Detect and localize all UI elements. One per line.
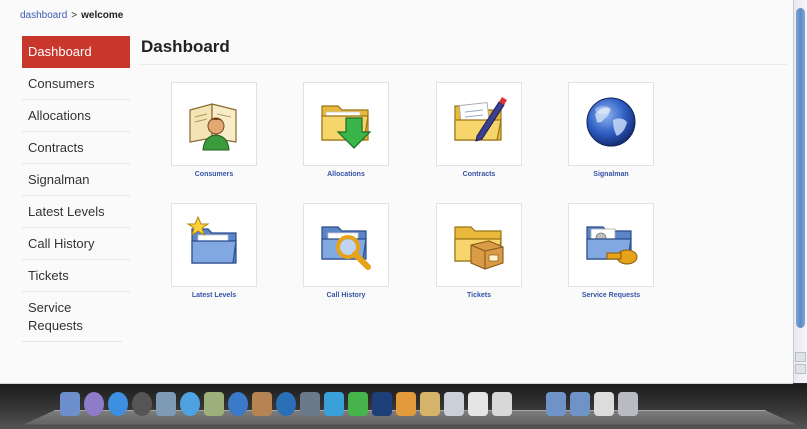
sidebar-item-dashboard[interactable]: Dashboard [22, 36, 130, 68]
tile-box[interactable] [436, 82, 522, 166]
photoshop-icon[interactable] [372, 392, 392, 416]
tile-service-requests[interactable]: Service Requests [567, 203, 655, 299]
tile-tickets[interactable]: Tickets [435, 203, 523, 299]
preferences-icon[interactable] [300, 392, 320, 416]
trash-icon[interactable] [618, 392, 638, 416]
tickets-folder-box-icon [449, 213, 509, 278]
app-icon[interactable] [492, 392, 512, 416]
latest-levels-folder-star-icon [184, 213, 244, 278]
tile-label-latest-levels: Latest Levels [191, 292, 237, 299]
consumers-book-person-icon [184, 92, 244, 157]
dashboard-icon[interactable] [84, 392, 104, 416]
tile-box[interactable] [303, 203, 389, 287]
sidebar-item-signalman[interactable]: Signalman [22, 164, 130, 196]
tile-label-service-requests: Service Requests [581, 292, 641, 299]
preview-icon[interactable] [204, 392, 224, 416]
folder-icon[interactable] [570, 392, 590, 416]
title-divider [138, 64, 788, 65]
finder-icon[interactable] [60, 392, 80, 416]
tile-latest-levels[interactable]: Latest Levels [170, 203, 258, 299]
tile-label-allocations: Allocations [327, 171, 365, 178]
app-icon[interactable] [420, 392, 440, 416]
scroll-up-arrow[interactable] [795, 352, 806, 362]
tile-call-history[interactable]: Call History [302, 203, 390, 299]
call-history-folder-magnifier-icon [316, 213, 376, 278]
sidebar-item-latest-levels[interactable]: Latest Levels [22, 196, 130, 228]
tile-label-tickets: Tickets [467, 292, 491, 299]
signalman-globe-icon [581, 92, 641, 157]
sidebar-item-contracts[interactable]: Contracts [22, 132, 130, 164]
allocations-folder-arrow-icon [316, 92, 376, 157]
page-title: Dashboard [141, 37, 230, 56]
sidebar-item-service-requests[interactable]: Service Requests [22, 292, 122, 342]
tile-label-consumers: Consumers [194, 171, 234, 178]
sidebar-item-call-history[interactable]: Call History [22, 228, 130, 260]
scroll-down-arrow[interactable] [795, 364, 806, 374]
breadcrumb: dashboard > welcome [20, 10, 123, 21]
tile-label-signalman: Signalman [593, 171, 629, 178]
tile-box[interactable] [568, 82, 654, 166]
tile-box[interactable] [171, 203, 257, 287]
tile-box[interactable] [436, 203, 522, 287]
sidebar-item-consumers[interactable]: Consumers [22, 68, 130, 100]
sidebar-item-allocations[interactable]: Allocations [22, 100, 130, 132]
acrobat-icon[interactable] [468, 392, 488, 416]
network-icon[interactable] [180, 392, 200, 416]
app-icon[interactable] [324, 392, 344, 416]
system-icon[interactable] [132, 392, 152, 416]
safari-icon[interactable] [108, 392, 128, 416]
scrollbar-thumb[interactable] [796, 8, 805, 328]
browser-viewport: dashboard > welcome Dashboard Consumers Al… [0, 0, 793, 384]
tile-label-call-history: Call History [326, 292, 366, 299]
folder-icon[interactable] [546, 392, 566, 416]
vertical-scrollbar[interactable] [793, 0, 807, 383]
os-dock [0, 384, 807, 429]
service-requests-folder-key-icon [581, 213, 641, 278]
contracts-folder-pen-icon [449, 92, 509, 157]
breadcrumb-separator: > [71, 10, 78, 21]
tile-box[interactable] [303, 82, 389, 166]
time-machine-icon[interactable] [276, 392, 296, 416]
tile-contracts[interactable]: Contracts [435, 82, 523, 178]
photo-icon[interactable] [156, 392, 176, 416]
tile-label-contracts: Contracts [462, 171, 496, 178]
itunes-icon[interactable] [228, 392, 248, 416]
breadcrumb-link-dashboard[interactable]: dashboard [20, 10, 67, 21]
app-icon[interactable] [444, 392, 464, 416]
tile-box[interactable] [568, 203, 654, 287]
tile-box[interactable] [171, 82, 257, 166]
breadcrumb-current: welcome [81, 10, 124, 21]
document-icon[interactable] [594, 392, 614, 416]
sidebar-item-tickets[interactable]: Tickets [22, 260, 130, 292]
app-icon[interactable] [348, 392, 368, 416]
tile-consumers[interactable]: Consumers [170, 82, 258, 178]
sidebar-nav: Dashboard Consumers Allocations Contract… [22, 36, 130, 342]
tile-signalman[interactable]: Signalman [567, 82, 655, 178]
iphoto-icon[interactable] [252, 392, 272, 416]
tile-allocations[interactable]: Allocations [302, 82, 390, 178]
app-icon[interactable] [396, 392, 416, 416]
